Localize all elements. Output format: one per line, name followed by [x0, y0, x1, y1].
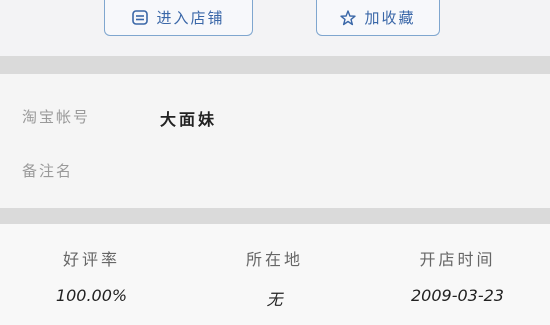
- star-icon: [340, 9, 357, 26]
- section-divider: [0, 208, 550, 224]
- location-stat: 所在地 无: [183, 246, 366, 310]
- account-info-section: 淘宝帐号 大面妹 备注名: [0, 74, 550, 208]
- rating-value: 100.00%: [55, 286, 128, 305]
- remark-label: 备注名: [22, 162, 74, 180]
- shop-stats: 好评率 100.00% 所在地 无 开店时间 2009-03-23: [0, 224, 550, 325]
- action-bar: 进入店铺 加收藏: [0, 0, 550, 56]
- add-favorite-label: 加收藏: [364, 9, 416, 27]
- enter-shop-button[interactable]: 进入店铺: [104, 0, 253, 36]
- open-date-value: 2009-03-23: [411, 286, 504, 305]
- taobao-id-value: 大面妹: [160, 110, 218, 129]
- enter-shop-label: 进入店铺: [156, 9, 225, 27]
- rating-label: 好评率: [62, 250, 120, 269]
- add-favorite-button[interactable]: 加收藏: [316, 0, 440, 36]
- open-date-label: 开店时间: [419, 250, 496, 269]
- taobao-id-label: 淘宝帐号: [22, 108, 91, 126]
- shop-icon: [132, 10, 149, 25]
- location-label: 所在地: [245, 250, 303, 269]
- section-divider: [0, 56, 550, 74]
- open-date-stat: 开店时间 2009-03-23: [366, 246, 549, 305]
- location-value: 无: [266, 290, 283, 309]
- rating-stat: 好评率 100.00%: [0, 246, 183, 305]
